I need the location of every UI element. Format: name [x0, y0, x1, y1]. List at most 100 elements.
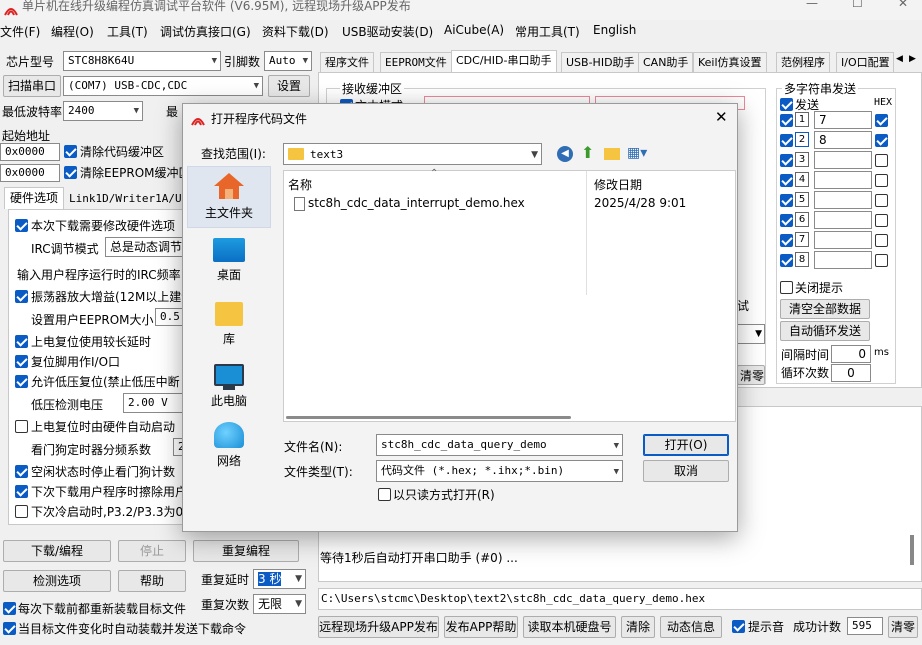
baud-select[interactable]: 2400 ▼: [63, 101, 143, 121]
tab-examples[interactable]: 范例程序: [776, 52, 830, 72]
low-volt-select[interactable]: 2.00 V: [123, 393, 187, 413]
clear-code-checkbox[interactable]: [64, 145, 77, 158]
row-2-checkbox[interactable]: [780, 134, 793, 147]
row-2-field[interactable]: 8: [814, 131, 872, 149]
row-5-field[interactable]: [814, 191, 872, 209]
back-icon[interactable]: ◀: [557, 146, 573, 162]
row-6-checkbox[interactable]: [780, 214, 793, 227]
recv-combo-partial[interactable]: ▼: [737, 324, 765, 344]
row-5-hex-checkbox[interactable]: [875, 194, 888, 207]
open-button[interactable]: 打开(O): [643, 434, 729, 456]
publish-help-button[interactable]: 发布APP帮助: [444, 616, 518, 638]
check-options-button[interactable]: 检测选项: [3, 570, 111, 592]
readonly-checkbox[interactable]: [378, 488, 391, 501]
repeat-delay-select[interactable]: 3 秒 ▼: [253, 569, 306, 589]
up-folder-icon[interactable]: ⬆: [581, 145, 594, 161]
view-menu-icon[interactable]: ▦▾: [627, 145, 647, 161]
file-list[interactable]: 名称 ⌃ 修改日期 stc8h_cdc_data_interrupt_demo.…: [283, 168, 736, 422]
nav-network[interactable]: 网络: [187, 422, 271, 478]
erase-user-checkbox[interactable]: [15, 485, 28, 498]
hscrollbar[interactable]: [286, 416, 571, 419]
idle-wdt-checkbox[interactable]: [15, 465, 28, 478]
close-icon[interactable]: ✕: [898, 0, 908, 10]
autoload-checkbox[interactable]: [3, 622, 16, 635]
read-disk-button[interactable]: 读取本机硬盘号: [523, 616, 616, 638]
menu-english[interactable]: English: [593, 23, 636, 37]
col-date-header[interactable]: 修改日期: [594, 176, 642, 193]
eeprom-addr-field[interactable]: 0x0000: [0, 164, 60, 182]
row-3-hex-checkbox[interactable]: [875, 154, 888, 167]
row-4-field[interactable]: [814, 171, 872, 189]
cold-start-checkbox[interactable]: [15, 505, 28, 518]
tab-program-file[interactable]: 程序文件: [320, 52, 374, 72]
auto-loop-button[interactable]: 自动循环发送: [780, 321, 870, 341]
osc-gain-checkbox[interactable]: [15, 290, 28, 303]
menu-file[interactable]: 文件(F): [0, 23, 40, 40]
low-volt-checkbox[interactable]: [15, 375, 28, 388]
row-5-checkbox[interactable]: [780, 194, 793, 207]
remote-upgrade-button[interactable]: 远程现场升级APP发布: [318, 616, 439, 638]
irc-mode-select[interactable]: 总是动态调节: [105, 237, 187, 257]
row-4-checkbox[interactable]: [780, 174, 793, 187]
tab-io-config[interactable]: I/O口配置: [836, 52, 894, 72]
row-2-hex-checkbox[interactable]: [875, 134, 888, 147]
menu-usb-driver[interactable]: USB驱动安装(D): [342, 23, 433, 40]
row-8-field[interactable]: [814, 251, 872, 269]
col-name-header[interactable]: 名称: [288, 176, 312, 193]
close-hint-checkbox[interactable]: [780, 281, 793, 294]
nav-desktop[interactable]: 桌面: [187, 236, 271, 292]
row-4-hex-checkbox[interactable]: [875, 174, 888, 187]
help-button[interactable]: 帮助: [118, 570, 186, 592]
row-1-hex-checkbox[interactable]: [875, 114, 888, 127]
nav-home[interactable]: 主文件夹: [187, 166, 271, 228]
cancel-button[interactable]: 取消: [643, 460, 729, 482]
dynamic-info-button[interactable]: 动态信息: [660, 616, 722, 638]
send-all-checkbox[interactable]: [780, 98, 793, 111]
menu-common-tools[interactable]: 常用工具(T): [515, 23, 580, 40]
row-7-checkbox[interactable]: [780, 234, 793, 247]
reprogram-button[interactable]: 重复编程: [193, 540, 299, 562]
start-addr-field[interactable]: 0x0000: [0, 143, 60, 161]
file-row[interactable]: stc8h_cdc_data_interrupt_demo.hex 2025/4…: [286, 195, 735, 215]
dialog-close-icon[interactable]: ✕: [715, 108, 728, 126]
row-3-field[interactable]: [814, 151, 872, 169]
reset-count-button[interactable]: 清零: [888, 616, 918, 638]
row-1-checkbox[interactable]: [780, 114, 793, 127]
pin-select[interactable]: Auto ▼: [264, 51, 312, 71]
row-7-field[interactable]: [814, 231, 872, 249]
menu-aicube[interactable]: AiCube(A): [444, 23, 504, 37]
log-scrollbar[interactable]: [910, 535, 914, 565]
minimize-icon[interactable]: —: [806, 0, 818, 10]
maximize-icon[interactable]: ☐: [852, 0, 863, 10]
row-6-hex-checkbox[interactable]: [875, 214, 888, 227]
clear-eeprom-checkbox[interactable]: [64, 166, 77, 179]
hw-wdt-checkbox[interactable]: [15, 420, 28, 433]
row-6-field[interactable]: [814, 211, 872, 229]
tab-keil[interactable]: Keil仿真设置: [693, 52, 767, 72]
interval-field[interactable]: 0: [831, 345, 871, 363]
filetype-select[interactable]: 代码文件 (*.hex; *.ihx;*.bin) ▼: [376, 460, 623, 482]
row-1-field[interactable]: 7: [814, 111, 872, 129]
row-8-checkbox[interactable]: [780, 254, 793, 267]
loop-count-field[interactable]: 0: [831, 364, 871, 382]
tab-eeprom-file[interactable]: EEPROM文件: [380, 52, 452, 72]
nav-this-pc[interactable]: 此电脑: [187, 362, 271, 420]
nav-library[interactable]: 库: [187, 300, 271, 356]
reset-io-checkbox[interactable]: [15, 355, 28, 368]
tab-cdc-hid[interactable]: CDC/HID-串口助手: [451, 50, 557, 73]
download-button[interactable]: 下载/编程: [3, 540, 111, 562]
clear-recv-button[interactable]: 清零: [737, 365, 765, 385]
tab-scroll-left-icon[interactable]: ◀: [896, 54, 903, 64]
menu-download[interactable]: 资料下载(D): [262, 23, 329, 40]
chip-select[interactable]: STC8H8K64U ▼: [63, 51, 221, 71]
menu-tools[interactable]: 工具(T): [107, 23, 148, 40]
menu-debug[interactable]: 调试仿真接口(G): [160, 23, 251, 40]
left-tab-hardware[interactable]: 硬件选项: [4, 187, 64, 209]
repeat-count-select[interactable]: 无限 ▼: [253, 594, 306, 614]
menu-program[interactable]: 编程(O): [51, 23, 94, 40]
clear-button[interactable]: 清除: [621, 616, 655, 638]
row-8-hex-checkbox[interactable]: [875, 254, 888, 267]
lookin-select[interactable]: text3 ▼: [283, 143, 542, 165]
row-7-hex-checkbox[interactable]: [875, 234, 888, 247]
row-3-checkbox[interactable]: [780, 154, 793, 167]
